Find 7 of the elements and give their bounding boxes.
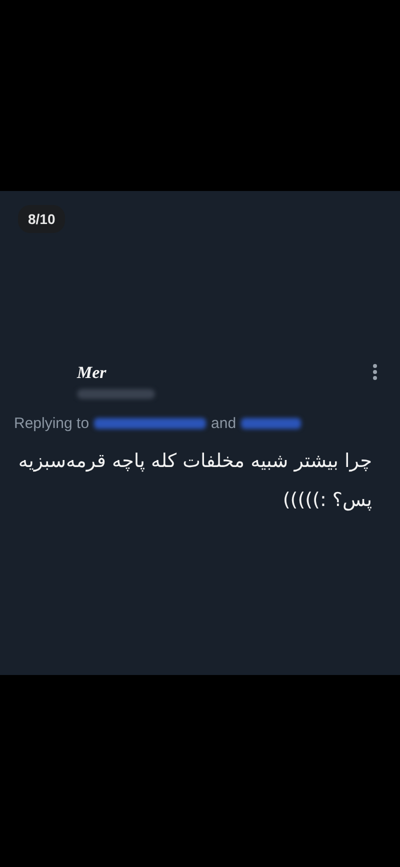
image-counter: 8/10 xyxy=(18,205,66,233)
tweet-text: چرا بیشتر شبیه مخلفات کله پاچه قرمه‌سبزیه پس؟ :))))) xyxy=(17,449,373,513)
replying-label: Replying to xyxy=(14,415,90,432)
more-options-icon[interactable] xyxy=(372,363,378,381)
and-label: and xyxy=(211,415,236,432)
author-name: Mer xyxy=(77,363,108,383)
blurred-mention xyxy=(241,418,302,429)
